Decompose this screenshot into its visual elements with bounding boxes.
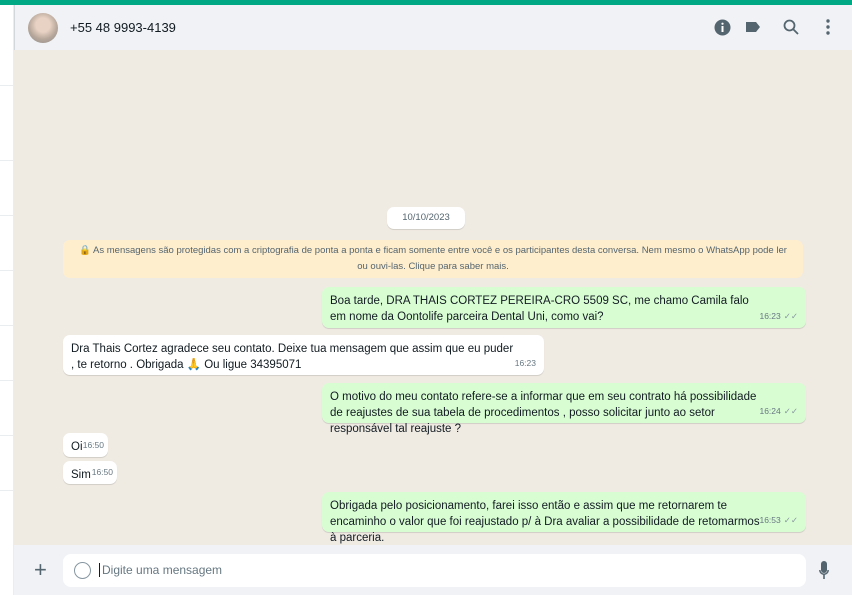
composer: + Digite uma mensagem [14, 545, 852, 595]
date-chip: 10/10/2023 [387, 207, 465, 229]
message-placeholder: Digite uma mensagem [99, 563, 222, 577]
microphone-icon[interactable] [819, 561, 829, 581]
message-time: 16:24 [759, 406, 781, 416]
chat-list-sidebar[interactable] [0, 5, 14, 595]
message-time: 16:23 [514, 358, 536, 368]
message-text: Dra Thais Cortez agradece seu contato. D… [71, 343, 514, 371]
message-text: Boa tarde, DRA THAIS CORTEZ PEREIRA-CRO … [330, 295, 749, 323]
chat-header: +55 48 9993-4139 [14, 5, 852, 50]
search-icon[interactable] [781, 17, 801, 37]
info-icon[interactable] [712, 17, 732, 37]
message-time: 16:23 [759, 311, 781, 321]
encryption-notice[interactable]: 🔒 As mensagens são protegidas com a crip… [63, 240, 803, 278]
message-input[interactable]: Digite uma mensagem [63, 554, 806, 587]
message-time: 16:50 [82, 440, 104, 450]
label-icon[interactable] [743, 17, 763, 37]
message-incoming[interactable]: Oi 16:50 [63, 433, 108, 457]
message-outgoing[interactable]: Boa tarde, DRA THAIS CORTEZ PEREIRA-CRO … [322, 287, 806, 328]
read-ticks-icon: ✓✓ [783, 406, 798, 416]
avatar[interactable] [28, 13, 58, 43]
message-outgoing[interactable]: Obrigada pelo posicionamento, farei isso… [322, 492, 806, 544]
message-time: 16:53 [759, 515, 781, 525]
read-ticks-icon: ✓✓ [783, 311, 798, 321]
menu-icon[interactable] [818, 17, 838, 37]
emoji-icon[interactable] [74, 562, 91, 579]
message-text: Sim [71, 469, 91, 481]
contact-name[interactable]: +55 48 9993-4139 [70, 20, 176, 35]
attach-plus-icon[interactable]: + [34, 559, 47, 581]
message-text: Oi [71, 441, 83, 453]
message-incoming[interactable]: Sim 16:50 [63, 461, 117, 484]
message-outgoing[interactable]: O motivo do meu contato refere-se a info… [322, 383, 806, 435]
message-incoming[interactable]: Dra Thais Cortez agradece seu contato. D… [63, 335, 544, 375]
read-ticks-icon: ✓✓ [783, 515, 798, 525]
message-time: 16:50 [91, 467, 113, 477]
